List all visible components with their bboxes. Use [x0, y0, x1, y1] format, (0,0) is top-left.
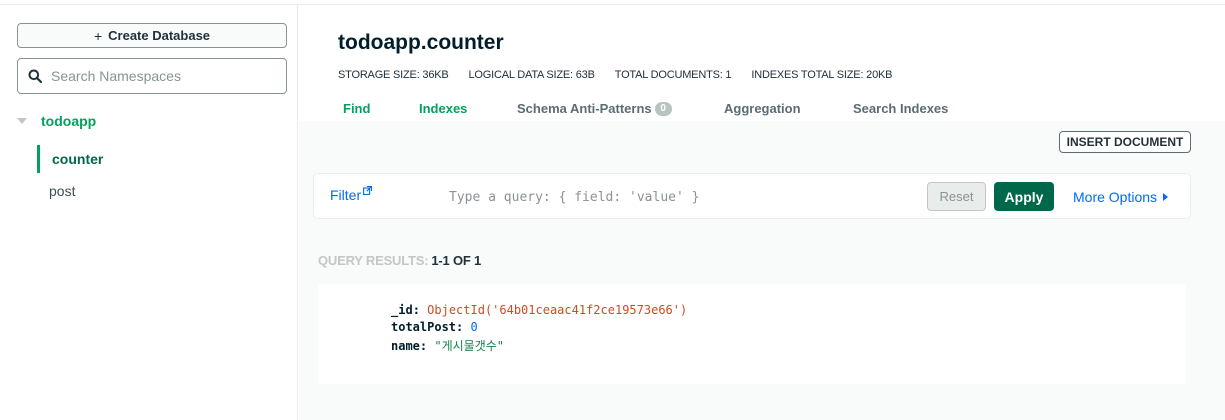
main-panel: todoapp.counter STORAGE SIZE: 36KB LOGIC…: [299, 5, 1225, 420]
storage-size-stat: STORAGE SIZE: 36KB: [338, 69, 449, 81]
query-results-header: QUERY RESULTS: 1-1 OF 1: [318, 253, 481, 268]
tab-schema-label: Schema Anti-Patterns: [517, 101, 652, 116]
tab-aggregation-label: Aggregation: [724, 101, 801, 116]
tab-find-label: Find: [343, 101, 371, 116]
search-namespaces-input[interactable]: [51, 68, 271, 84]
sidebar: + Create Database todoapp counter post: [0, 5, 298, 420]
document-card[interactable]: _id: ObjectId('64b01ceaac41f2ce19573e66'…: [318, 284, 1186, 384]
tab-schema-anti-patterns[interactable]: Schema Anti-Patterns 0: [517, 101, 672, 116]
tab-search-indexes-label: Search Indexes: [853, 101, 949, 116]
field-value: ObjectId('64b01ceaac41f2ce19573e66'): [427, 303, 688, 317]
database-name: todoapp: [41, 113, 97, 129]
field-key: _id: [391, 303, 413, 317]
field-key: name: [391, 339, 420, 353]
document-field-name: name: "게시물갯수": [391, 339, 505, 353]
more-options-label: More Options: [1073, 189, 1158, 205]
filter-link[interactable]: Filter: [330, 186, 373, 203]
filter-label: Filter: [330, 187, 362, 203]
collection-title: todoapp.counter: [338, 31, 504, 54]
tab-indexes-label: Indexes: [419, 101, 468, 116]
reset-button[interactable]: Reset: [927, 182, 986, 211]
more-options-link[interactable]: More Options: [1073, 189, 1169, 205]
search-icon: [28, 69, 42, 83]
query-input[interactable]: [449, 186, 909, 208]
anti-patterns-count-badge: 0: [654, 101, 672, 116]
tab-indexes[interactable]: Indexes: [419, 101, 467, 116]
query-results-count: 1-1 OF 1: [431, 253, 482, 268]
tab-search-indexes[interactable]: Search Indexes: [853, 101, 948, 116]
collection-stats: STORAGE SIZE: 36KB LOGICAL DATA SIZE: 63…: [338, 69, 912, 81]
field-value: 0: [470, 320, 478, 334]
total-documents-stat: TOTAL DOCUMENTS: 1: [614, 69, 732, 81]
search-namespaces-box[interactable]: [17, 58, 287, 94]
field-value: "게시물갯수": [434, 339, 505, 353]
sidebar-collection-post[interactable]: post: [49, 183, 75, 199]
plus-icon: +: [93, 27, 103, 44]
tab-aggregation[interactable]: Aggregation: [724, 101, 801, 116]
logical-size-stat: LOGICAL DATA SIZE: 63B: [468, 69, 595, 81]
apply-button[interactable]: Apply: [994, 182, 1054, 211]
document-field-id: _id: ObjectId('64b01ceaac41f2ce19573e66'…: [391, 303, 688, 317]
indexes-size-stat: INDEXES TOTAL SIZE: 20KB: [751, 69, 893, 81]
document-field-totalpost: totalPost: 0: [391, 320, 478, 334]
caret-down-icon: [17, 118, 27, 124]
tab-find[interactable]: Find: [343, 101, 370, 116]
sidebar-collection-counter[interactable]: counter: [37, 145, 103, 173]
sidebar-database-todoapp[interactable]: todoapp: [17, 113, 96, 129]
insert-document-button[interactable]: INSERT DOCUMENT: [1059, 131, 1191, 153]
documents-area: INSERT DOCUMENT Filter Reset Apply More …: [299, 121, 1225, 420]
field-key: totalPost: [391, 320, 457, 334]
query-results-label: QUERY RESULTS:: [318, 253, 429, 268]
caret-right-icon: [1163, 193, 1169, 201]
create-database-label: Create Database: [108, 28, 211, 43]
external-link-icon: [363, 186, 373, 195]
filter-bar: Filter Reset Apply More Options: [313, 173, 1191, 219]
create-database-button[interactable]: + Create Database: [17, 23, 287, 48]
